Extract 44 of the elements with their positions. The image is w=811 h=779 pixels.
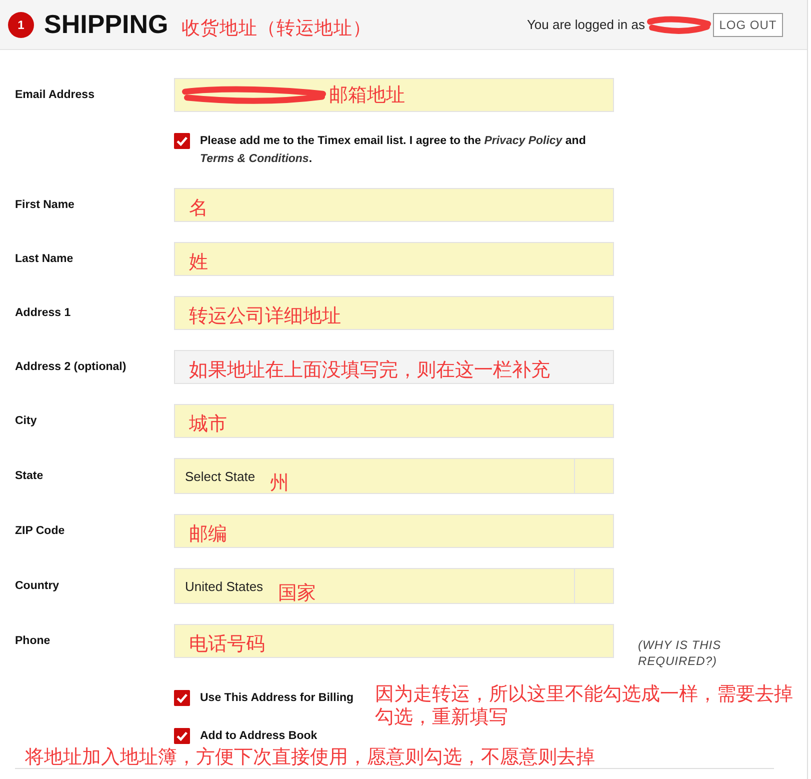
input-field[interactable]: 如果地址在上面没填写完，则在这一栏补充 [174,350,614,384]
input-field[interactable]: 电话号码 [174,624,614,658]
field-label: Address 1 [15,306,72,321]
field-label: Last Name [15,252,74,267]
step-badge: 1 [8,12,34,38]
logout-button[interactable]: LOG OUT [713,12,783,36]
checkbox-label: Use This Address for Billing [200,691,354,706]
input-field[interactable]: 邮编 [174,514,614,548]
field-label: Email Address [15,88,96,103]
why-required-link[interactable]: (WHY IS THIS REQUIRED?) [638,637,734,669]
annotation-text: 姓 [189,252,208,274]
input-field[interactable]: 邮箱地址 [174,78,614,112]
page-title: SHIPPING [44,9,168,40]
annotation-text: 城市 [189,414,227,436]
checkbox[interactable] [174,133,190,149]
field-label: Address 2 (optional) [15,360,128,375]
select-field[interactable]: Select State 州 [174,458,614,494]
field-label: First Name [15,198,76,213]
annotation-text: 将地址加入地址簿，方便下次直接使用，愿意则勾选，不愿意则去掉 [25,746,595,768]
annotation-text: 电话号码 [189,634,265,656]
annotation-text: 收货地址（转运地址） [181,18,372,40]
input-field[interactable]: 名 [174,188,614,222]
input-field[interactable]: 姓 [174,242,614,276]
checkbox[interactable] [174,690,190,706]
annotation-text: 名 [189,198,208,220]
field-label: City [15,414,38,429]
annotation-text: 邮箱地址 [329,85,405,107]
field-label: Country [15,579,60,594]
checkbox-label: Please add me to the Timex email list. I agree to the Privacy Policy and Terms & Conditions. [200,134,587,167]
select-field[interactable]: United States 国家 [174,568,614,604]
annotation-text: 邮编 [189,524,227,546]
input-field[interactable]: 城市 [174,404,614,438]
annotation-text: 因为走转运，所以这里不能勾选成一样，需要去掉勾选，重新填写 [375,683,794,729]
annotation-text: 转运公司详细地址 [189,306,341,328]
field-label: ZIP Code [15,524,66,539]
annotation-text: 如果地址在上面没填写完，则在这一栏补充 [189,360,550,382]
checkbox-label: Add to Address Book [200,729,318,744]
checkbox[interactable] [174,728,190,744]
field-label: Phone [15,634,52,649]
annotation-text: 州 [270,471,290,495]
logged-in-text: You are logged in as [526,17,645,32]
input-field[interactable]: 转运公司详细地址 [174,296,614,330]
field-label: State [15,469,44,484]
annotation-text: 国家 [278,581,316,605]
